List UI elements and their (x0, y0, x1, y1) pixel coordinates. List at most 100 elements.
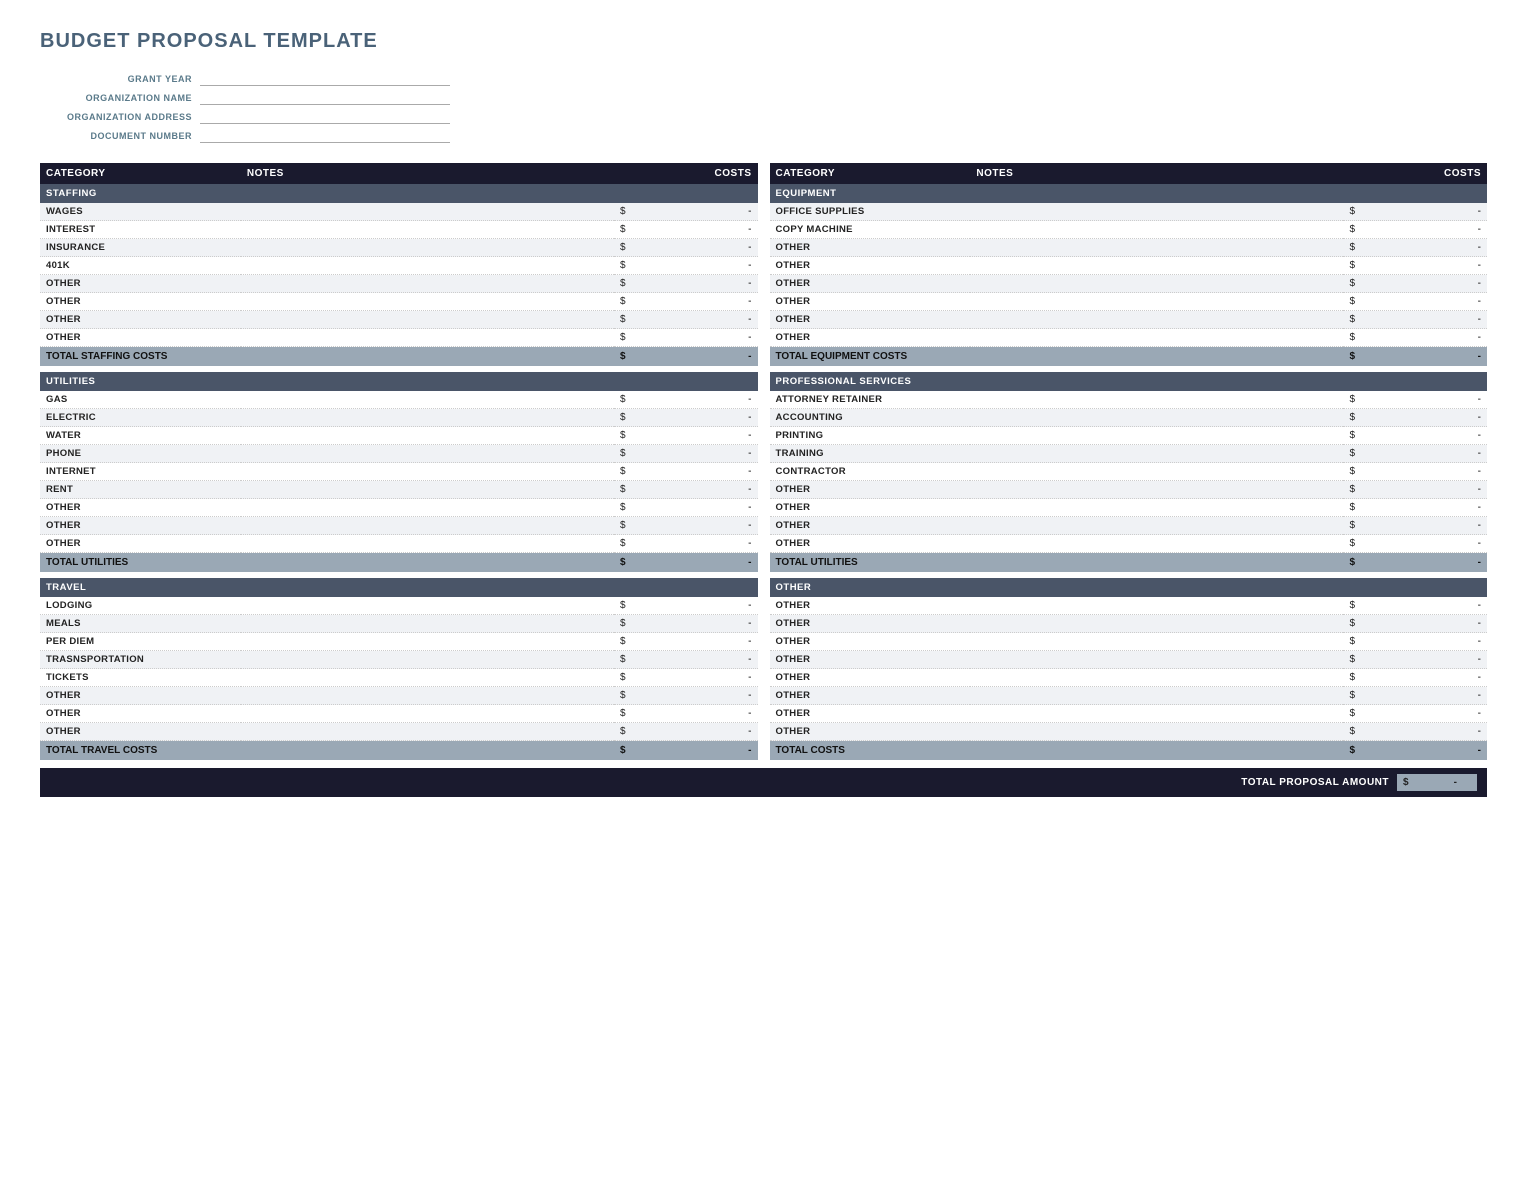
cost-input[interactable] (1421, 224, 1481, 235)
cost-input[interactable] (692, 484, 752, 495)
notes-input[interactable] (247, 502, 608, 513)
notes-input[interactable] (976, 672, 1337, 683)
row-notes[interactable] (241, 329, 614, 347)
row-cost[interactable]: $ (1343, 239, 1487, 257)
row-cost[interactable]: $ (1343, 615, 1487, 633)
row-notes[interactable] (241, 427, 614, 445)
notes-input[interactable] (976, 654, 1337, 665)
row-notes[interactable] (241, 239, 614, 257)
notes-input[interactable] (976, 332, 1337, 343)
row-cost[interactable]: $ (1343, 221, 1487, 239)
row-cost[interactable]: $ (614, 499, 758, 517)
cost-input[interactable] (692, 332, 752, 343)
notes-input[interactable] (247, 412, 608, 423)
cost-input[interactable] (692, 502, 752, 513)
notes-input[interactable] (247, 636, 608, 647)
cost-input[interactable] (692, 394, 752, 405)
row-notes[interactable] (970, 535, 1343, 553)
notes-input[interactable] (247, 242, 608, 253)
cost-input[interactable] (692, 708, 752, 719)
row-notes[interactable] (970, 687, 1343, 705)
notes-input[interactable] (247, 600, 608, 611)
notes-input[interactable] (976, 600, 1337, 611)
notes-input[interactable] (247, 206, 608, 217)
row-notes[interactable] (970, 257, 1343, 275)
notes-input[interactable] (247, 332, 608, 343)
row-notes[interactable] (970, 615, 1343, 633)
row-notes[interactable] (970, 669, 1343, 687)
notes-input[interactable] (247, 394, 608, 405)
notes-input[interactable] (976, 394, 1337, 405)
row-cost[interactable]: $ (1343, 499, 1487, 517)
cost-input[interactable] (1421, 654, 1481, 665)
cost-input[interactable] (1421, 260, 1481, 271)
row-notes[interactable] (970, 329, 1343, 347)
row-notes[interactable] (241, 633, 614, 651)
row-notes[interactable] (241, 705, 614, 723)
row-notes[interactable] (241, 203, 614, 221)
notes-input[interactable] (976, 430, 1337, 441)
row-notes[interactable] (970, 445, 1343, 463)
notes-input[interactable] (976, 690, 1337, 701)
row-notes[interactable] (241, 651, 614, 669)
notes-input[interactable] (247, 618, 608, 629)
cost-input[interactable] (692, 224, 752, 235)
notes-input[interactable] (976, 636, 1337, 647)
row-notes[interactable] (241, 535, 614, 553)
row-notes[interactable] (241, 481, 614, 499)
cost-input[interactable] (1421, 206, 1481, 217)
row-notes[interactable] (241, 445, 614, 463)
row-cost[interactable]: $ (614, 293, 758, 311)
row-notes[interactable] (970, 275, 1343, 293)
row-notes[interactable] (970, 651, 1343, 669)
row-cost[interactable]: $ (614, 651, 758, 669)
row-cost[interactable]: $ (614, 427, 758, 445)
notes-input[interactable] (247, 278, 608, 289)
row-cost[interactable]: $ (614, 633, 758, 651)
notes-input[interactable] (976, 502, 1337, 513)
row-notes[interactable] (241, 669, 614, 687)
row-notes[interactable] (970, 723, 1343, 741)
row-cost[interactable]: $ (1343, 463, 1487, 481)
notes-input[interactable] (976, 618, 1337, 629)
notes-input[interactable] (976, 726, 1337, 737)
cost-input[interactable] (692, 466, 752, 477)
row-cost[interactable]: $ (1343, 687, 1487, 705)
row-cost[interactable]: $ (614, 221, 758, 239)
row-notes[interactable] (970, 499, 1343, 517)
cost-input[interactable] (692, 654, 752, 665)
row-cost[interactable]: $ (1343, 391, 1487, 409)
row-cost[interactable]: $ (1343, 669, 1487, 687)
row-notes[interactable] (970, 705, 1343, 723)
cost-input[interactable] (692, 430, 752, 441)
notes-input[interactable] (247, 672, 608, 683)
form-input-document-number[interactable] (200, 128, 450, 143)
notes-input[interactable] (247, 448, 608, 459)
cost-input[interactable] (692, 260, 752, 271)
cost-input[interactable] (1421, 412, 1481, 423)
cost-input[interactable] (692, 672, 752, 683)
row-cost[interactable]: $ (1343, 651, 1487, 669)
notes-input[interactable] (976, 466, 1337, 477)
form-input-organization-address[interactable] (200, 109, 450, 124)
cost-input[interactable] (1421, 484, 1481, 495)
row-cost[interactable]: $ (614, 481, 758, 499)
cost-input[interactable] (692, 520, 752, 531)
row-cost[interactable]: $ (1343, 517, 1487, 535)
row-cost[interactable]: $ (614, 445, 758, 463)
row-notes[interactable] (241, 723, 614, 741)
row-cost[interactable]: $ (614, 203, 758, 221)
row-cost[interactable]: $ (614, 257, 758, 275)
row-cost[interactable]: $ (1343, 275, 1487, 293)
notes-input[interactable] (976, 314, 1337, 325)
cost-input[interactable] (692, 618, 752, 629)
notes-input[interactable] (247, 654, 608, 665)
row-cost[interactable]: $ (1343, 311, 1487, 329)
row-cost[interactable]: $ (1343, 535, 1487, 553)
notes-input[interactable] (976, 484, 1337, 495)
cost-input[interactable] (1421, 430, 1481, 441)
row-notes[interactable] (241, 293, 614, 311)
row-notes[interactable] (970, 597, 1343, 615)
cost-input[interactable] (1421, 520, 1481, 531)
notes-input[interactable] (976, 278, 1337, 289)
